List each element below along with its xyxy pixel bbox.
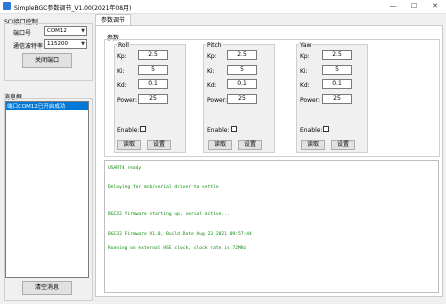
pitch-title: Pitch: [206, 42, 223, 49]
ki-label: Ki:: [207, 68, 215, 75]
log-line: USART4 ready: [108, 166, 142, 171]
minimize-button[interactable]: —: [383, 0, 403, 13]
kp-label: Kp:: [117, 53, 127, 60]
log-line: Delaying for mcb/serial driver to settle: [108, 185, 219, 190]
yaw-read-button[interactable]: 读取: [301, 140, 325, 150]
port-label: 端口号: [13, 30, 32, 37]
baud-label: 通信波特率: [13, 43, 44, 50]
pitch-read-button[interactable]: 读取: [208, 140, 232, 150]
kd-label: Kd:: [207, 82, 217, 89]
message-list[interactable]: 端口COM12已开启成功: [5, 101, 89, 278]
baud-value: 115200: [47, 41, 68, 47]
port-value: COM12: [47, 28, 67, 34]
log-line: Running on external HSE clock, clock rat…: [108, 246, 247, 251]
pitch-kd-input[interactable]: 0.1: [227, 79, 257, 89]
yaw-ki-input[interactable]: 5: [322, 65, 352, 75]
yaw-power-input[interactable]: 25: [322, 94, 352, 104]
list-item[interactable]: 端口COM12已开启成功: [6, 102, 88, 110]
log-line: BGC32 firmware starting up, serial activ…: [108, 212, 230, 217]
yaw-kp-input[interactable]: 2.5: [322, 50, 352, 60]
kd-label: Kd:: [300, 82, 310, 89]
roll-ki-input[interactable]: 5: [138, 65, 168, 75]
app-icon: [3, 2, 11, 10]
port-select[interactable]: COM12 ▼: [44, 26, 87, 36]
roll-kp-input[interactable]: 2.5: [138, 50, 168, 60]
yaw-set-button[interactable]: 设置: [331, 140, 355, 150]
window-title: SimpleBGC参数调节_V1.00(2021年08月): [14, 5, 132, 12]
pitch-enable-checkbox[interactable]: [231, 126, 237, 132]
yaw-enable-checkbox[interactable]: [323, 126, 329, 132]
clear-messages-button[interactable]: 清空消息: [22, 281, 72, 295]
enable-label: Enable:: [300, 127, 323, 134]
close-port-button[interactable]: 关闭端口: [22, 53, 72, 68]
enable-label: Enable:: [207, 127, 230, 134]
roll-kd-input[interactable]: 0.1: [138, 79, 168, 89]
serial-log-output[interactable]: USART4 ready Delaying for mcb/serial dri…: [104, 160, 439, 293]
baud-select[interactable]: 115200 ▼: [44, 39, 87, 49]
yaw-title: Yaw: [299, 42, 313, 49]
ki-label: Ki:: [300, 68, 308, 75]
roll-title: Roll: [117, 42, 130, 49]
pitch-power-input[interactable]: 25: [227, 94, 257, 104]
roll-set-button[interactable]: 设置: [147, 140, 171, 150]
log-line: BGC32 Firmware V1.0, Build Date Aug 23 2…: [108, 232, 252, 237]
kp-label: Kp:: [207, 53, 217, 60]
chevron-down-icon: ▼: [81, 41, 85, 47]
roll-read-button[interactable]: 读取: [117, 140, 141, 150]
roll-enable-checkbox[interactable]: [140, 126, 146, 132]
power-label: Power:: [117, 97, 138, 104]
roll-power-input[interactable]: 25: [138, 94, 168, 104]
maximize-button[interactable]: ☐: [404, 0, 424, 13]
pitch-set-button[interactable]: 设置: [238, 140, 262, 150]
chevron-down-icon: ▼: [81, 28, 85, 34]
kp-label: Kp:: [300, 53, 310, 60]
pitch-kp-input[interactable]: 2.5: [227, 50, 257, 60]
close-window-button[interactable]: ✕: [425, 0, 445, 13]
kd-label: Kd:: [117, 82, 127, 89]
enable-label: Enable:: [117, 127, 140, 134]
power-label: Power:: [300, 97, 321, 104]
yaw-kd-input[interactable]: 0.1: [322, 79, 352, 89]
pitch-ki-input[interactable]: 5: [227, 65, 257, 75]
power-label: Power:: [207, 97, 228, 104]
ki-label: Ki:: [117, 68, 125, 75]
